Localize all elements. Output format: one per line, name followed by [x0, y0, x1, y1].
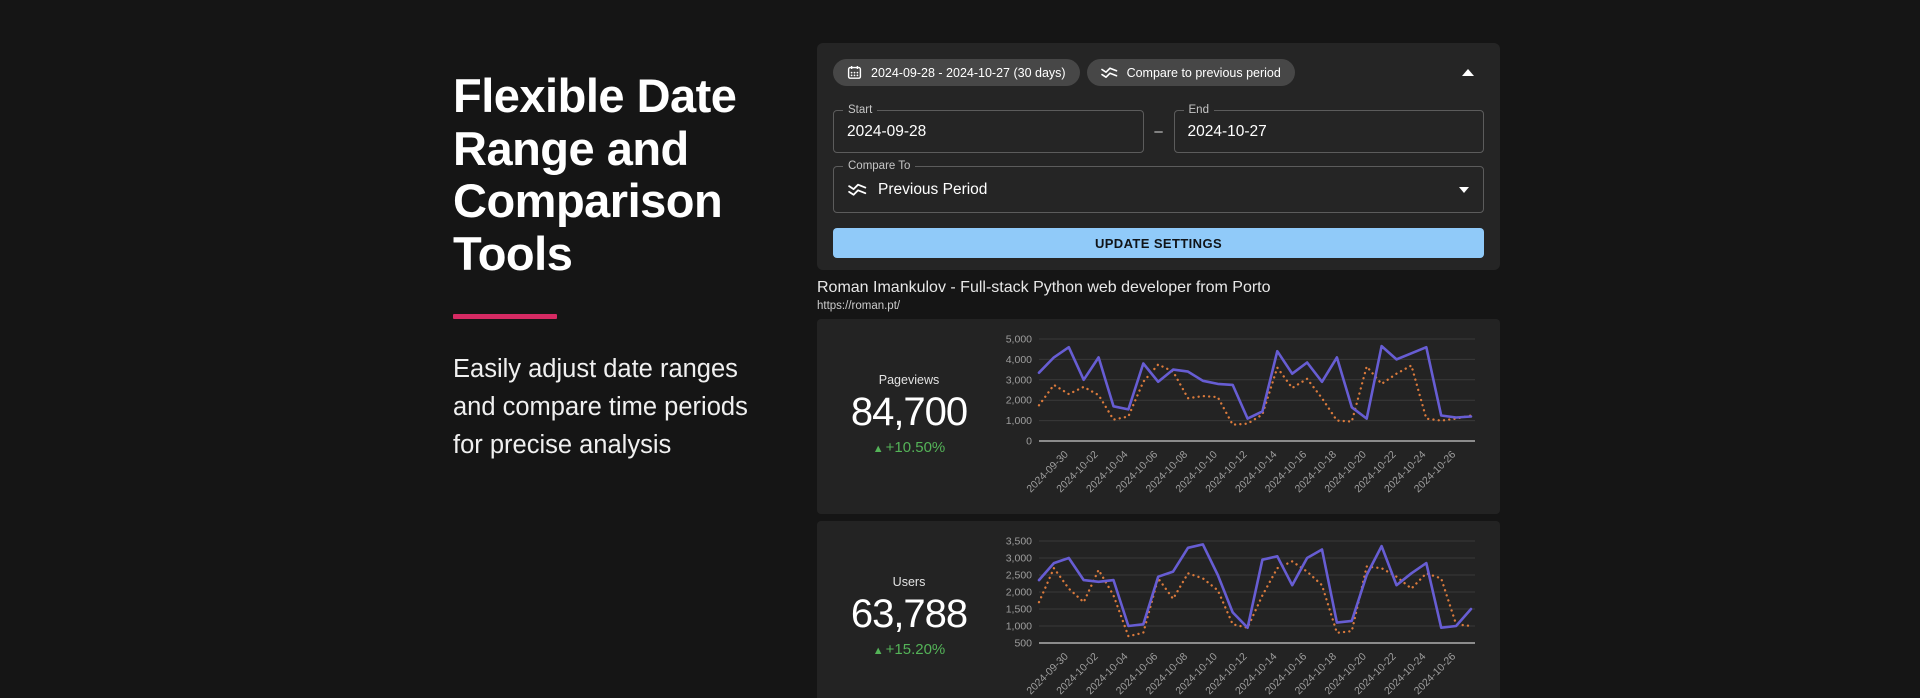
svg-text:2,000: 2,000	[1006, 395, 1032, 407]
page-description: Easily adjust date ranges and compare ti…	[453, 354, 748, 460]
svg-text:2,000: 2,000	[1006, 587, 1032, 599]
pageviews-stat: Pageviews 84,700 ▲ +10.50%	[825, 373, 993, 470]
end-field-label: End	[1183, 103, 1214, 118]
pageviews-line-chart: 01,0002,0003,0004,0005,0002024-09-302024…	[1006, 334, 1475, 495]
compare-to-label: Compare To	[843, 159, 916, 174]
users-line-chart: 5001,0001,5002,0002,5003,0003,5002024-09…	[1006, 536, 1475, 697]
metric-change: ▲ +15.20%	[825, 641, 993, 658]
compare-waves-icon	[848, 182, 867, 197]
users-stat: Users 63,788 ▲ +15.20%	[825, 575, 993, 672]
metric-change-value: +15.20%	[885, 641, 946, 658]
page-title-line: Tools	[453, 226, 573, 280]
caret-up-icon	[1462, 69, 1474, 76]
compare-waves-icon	[1100, 66, 1118, 79]
metric-change-value: +10.50%	[885, 439, 946, 456]
svg-text:500: 500	[1014, 638, 1032, 650]
range-separator: –	[1154, 123, 1163, 140]
svg-text:3,000: 3,000	[1006, 553, 1032, 565]
start-field-label: Start	[843, 103, 878, 118]
svg-text:1,000: 1,000	[1006, 415, 1032, 427]
page-title-line: Flexible Date	[453, 69, 737, 122]
compare-chip[interactable]: Compare to previous period	[1086, 59, 1295, 86]
svg-text:2,500: 2,500	[1006, 570, 1032, 582]
start-date-input[interactable]	[847, 122, 1130, 141]
end-date-input[interactable]	[1187, 122, 1470, 141]
accent-divider	[453, 313, 557, 319]
site-url: https://roman.pt/	[817, 300, 901, 312]
compare-chip-label: Compare to previous period	[1126, 65, 1281, 80]
svg-text:5,000: 5,000	[1006, 334, 1032, 346]
metric-total: 63,788	[850, 592, 968, 636]
svg-text:0: 0	[1026, 436, 1032, 448]
page-title-line: Comparison	[453, 174, 723, 228]
svg-text:1,000: 1,000	[1006, 621, 1032, 633]
update-settings-button[interactable]: UPDATE SETTINGS	[833, 228, 1484, 258]
pageviews-card: Pageviews 84,700 ▲ +10.50% 0 1,000 2,000 3,0…	[817, 319, 1500, 514]
up-triangle-icon: ▲	[872, 443, 884, 455]
page-title: Flexible Date Range and Comparison Tools	[453, 69, 753, 281]
caret-down-icon	[1459, 186, 1469, 193]
date-range-chip-label: 2024-09-28 - 2024-10-27 (30 days)	[871, 65, 1066, 80]
site-title: Roman Imankulov - Full-stack Python web …	[817, 279, 1271, 296]
hero-section: Flexible Date Range and Comparison Tools…	[453, 43, 753, 698]
svg-text:1,500: 1,500	[1006, 604, 1032, 616]
end-date-field[interactable]: End	[1173, 103, 1484, 153]
date-range-chip[interactable]: 2024-09-28 - 2024-10-27 (30 days)	[833, 59, 1080, 86]
svg-text:3,500: 3,500	[1006, 536, 1032, 548]
metric-change: ▲ +10.50%	[825, 439, 993, 456]
metric-label: Pageviews	[878, 373, 940, 387]
pageviews-chart-area: 0 1,000 2,000 3,000 4,000 5,000 2024-09-30 2024…	[993, 329, 1490, 514]
users-chart-area: 500 1,000 1,500 2,000 2,500 3,000 3,500 2024-09…	[993, 531, 1490, 698]
date-settings-panel: 2024-09-28 - 2024-10-27 (30 days) Compar…	[817, 43, 1500, 270]
page: Flexible Date Range and Comparison Tools…	[0, 0, 1920, 698]
metric-total: 84,700	[850, 390, 968, 434]
metric-label: Users	[892, 575, 926, 589]
users-card: Users 63,788 ▲ +15.20% 500 1,000 1,500 2,000…	[817, 521, 1500, 698]
page-title-line: Range and	[453, 121, 689, 175]
up-triangle-icon: ▲	[872, 645, 884, 657]
calendar-icon	[847, 65, 862, 80]
collapse-panel-button[interactable]	[1458, 63, 1478, 83]
svg-text:3,000: 3,000	[1006, 374, 1032, 386]
svg-text:4,000: 4,000	[1006, 354, 1032, 366]
compare-to-value: Previous Period	[878, 180, 988, 198]
start-date-field[interactable]: Start	[833, 103, 1144, 153]
compare-to-select[interactable]: Compare To Previous Period	[833, 159, 1484, 213]
